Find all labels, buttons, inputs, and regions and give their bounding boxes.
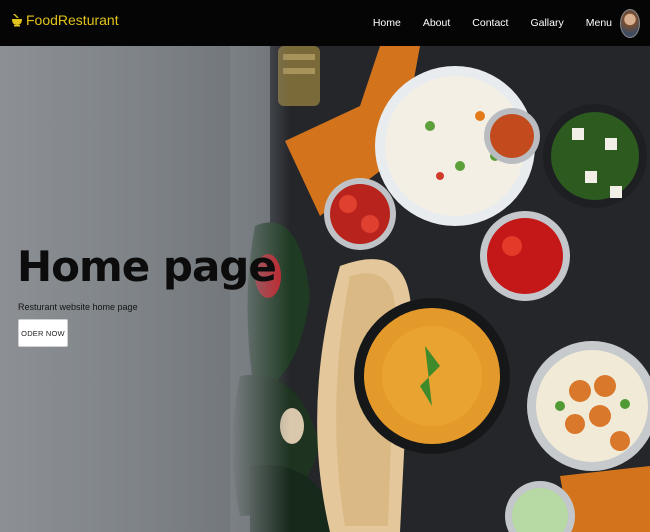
nav-links: Home About Contact Gallary Menu [351,0,612,46]
nav-link-menu[interactable]: Menu [586,17,612,29]
nav-link-about[interactable]: About [423,17,450,29]
nav-link-gallary[interactable]: Gallary [530,17,563,29]
page-title: Home page [17,242,277,291]
nav-link-home[interactable]: Home [373,17,401,29]
food-bowl-icon [12,14,22,27]
order-now-button[interactable]: ODER NOW [18,319,68,347]
brand-name: FoodResturant [26,12,119,28]
avatar[interactable] [620,9,640,38]
hero-section: Home page Resturant website home page OD… [0,46,650,532]
brand[interactable]: FoodResturant [11,12,119,28]
nav-link-contact[interactable]: Contact [472,17,508,29]
page-subtitle: Resturant website home page [18,302,138,312]
navbar: FoodResturant Home About Contact Gallary… [0,0,650,46]
